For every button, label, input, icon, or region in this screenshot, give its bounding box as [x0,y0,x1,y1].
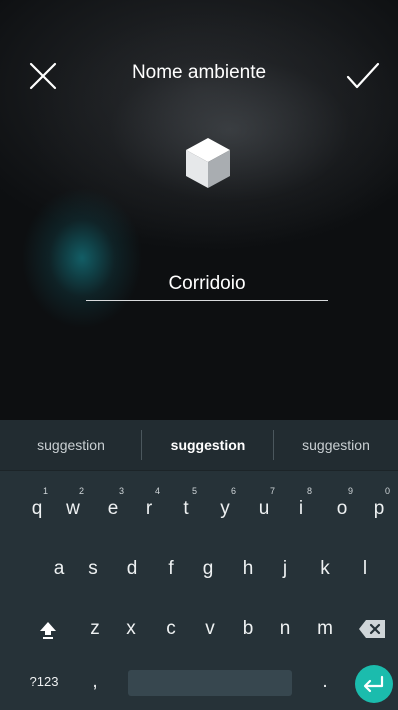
period-key[interactable]: . [310,656,340,708]
suggestion-center[interactable]: suggestion [142,420,274,470]
screen: Nome ambiente suggestion suggestion sugg… [0,0,398,710]
keyboard-row-4: ?123 , . [0,656,398,708]
shift-key[interactable] [30,600,66,652]
key-o[interactable]: o9 [327,480,357,532]
key-r[interactable]: r4 [134,480,164,532]
enter-icon [363,675,384,693]
room-name-field [86,268,328,304]
key-b[interactable]: b [233,600,263,652]
key-e[interactable]: e3 [98,480,128,532]
backspace-icon [359,620,385,638]
key-d[interactable]: d [117,540,147,592]
room-edit-area: Nome ambiente [0,0,398,420]
cube-icon [186,138,230,188]
key-g[interactable]: g [193,540,223,592]
key-w[interactable]: w2 [58,480,88,532]
key-k[interactable]: k [310,540,340,592]
key-s[interactable]: s [78,540,108,592]
key-v[interactable]: v [195,600,225,652]
key-y[interactable]: y6 [210,480,240,532]
key-t[interactable]: t5 [171,480,201,532]
key-q[interactable]: q1 [22,480,52,532]
key-x[interactable]: x [116,600,146,652]
key-p[interactable]: p0 [364,480,394,532]
check-icon [346,62,380,89]
key-m[interactable]: m [310,600,340,652]
key-u[interactable]: u7 [249,480,279,532]
comma-key[interactable]: , [80,656,110,708]
key-i[interactable]: i8 [286,480,316,532]
enter-key[interactable] [355,665,393,703]
keyboard-row-2: a s d f g h j k l [0,540,398,592]
shift-icon [40,622,56,639]
room-name-input[interactable] [86,268,328,301]
key-f[interactable]: f [156,540,186,592]
suggestion-strip: suggestion suggestion suggestion [0,420,398,471]
keyboard-row-3: z x c v b n m [0,600,398,652]
backspace-key[interactable] [354,600,390,652]
key-h[interactable]: h [233,540,263,592]
key-z[interactable]: z [80,600,110,652]
soft-keyboard: suggestion suggestion suggestion q1 w2 e… [0,420,398,710]
suggestion-right[interactable]: suggestion [274,420,398,470]
header: Nome ambiente [0,48,398,100]
space-bar[interactable] [128,670,292,696]
key-n[interactable]: n [270,600,300,652]
key-a[interactable]: a [44,540,74,592]
confirm-button[interactable] [342,56,384,96]
key-l[interactable]: l [350,540,380,592]
key-c[interactable]: c [156,600,186,652]
symbols-key[interactable]: ?123 [20,656,68,708]
keyboard-row-1: q1 w2 e3 r4 t5 y6 u7 i8 o9 p0 [0,480,398,532]
suggestion-left[interactable]: suggestion [0,420,142,470]
key-j[interactable]: j [270,540,300,592]
page-title: Nome ambiente [131,62,267,83]
